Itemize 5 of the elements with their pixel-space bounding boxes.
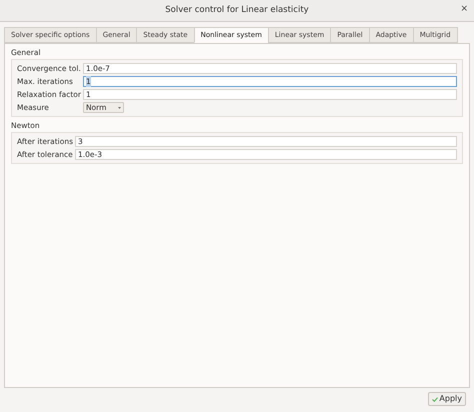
caret-icon <box>118 106 121 108</box>
close-button[interactable]: × <box>460 5 468 14</box>
window-title: Solver control for Linear elasticity <box>165 4 309 17</box>
apply-button[interactable]: Apply <box>428 392 466 406</box>
check-icon <box>432 396 438 402</box>
